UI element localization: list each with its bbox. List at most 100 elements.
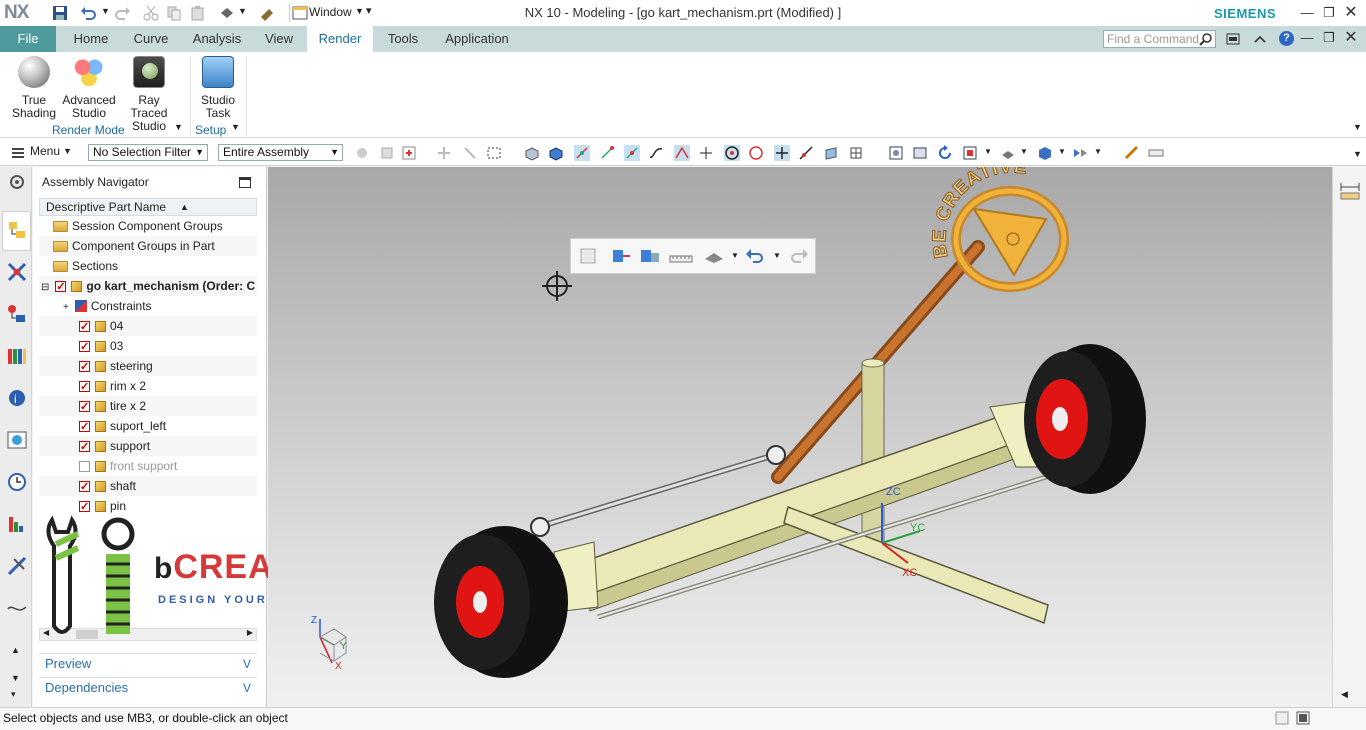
intersection-point-icon[interactable] xyxy=(674,145,690,161)
expand-icon[interactable]: + xyxy=(63,302,69,313)
tree-node-part[interactable]: 03 xyxy=(39,336,257,356)
edit-parameters-icon[interactable] xyxy=(579,247,597,265)
measure-ruler-icon[interactable] xyxy=(1339,181,1361,203)
show-hide-dropdown-icon[interactable]: ▼ xyxy=(1094,147,1102,156)
rendering-style-icon[interactable] xyxy=(1000,145,1016,161)
visibility-checkbox[interactable] xyxy=(79,461,90,472)
tab-curve[interactable]: Curve xyxy=(125,26,177,52)
tab-view[interactable]: View xyxy=(256,26,302,52)
point-on-curve-icon[interactable] xyxy=(798,145,814,161)
arc-center-icon[interactable] xyxy=(698,145,714,161)
tab-home[interactable]: Home xyxy=(64,26,118,52)
end-point-icon[interactable] xyxy=(599,145,615,161)
history-icon[interactable] xyxy=(6,471,28,493)
window-dropdown-icon[interactable]: ▼ xyxy=(355,6,364,16)
tree-node-part[interactable]: front support xyxy=(39,456,257,476)
reuse-library-icon[interactable] xyxy=(6,345,28,367)
repeat-command-icon[interactable] xyxy=(219,5,235,21)
paste-icon[interactable] xyxy=(190,5,206,21)
setup-dropdown-icon[interactable]: ▼ xyxy=(231,122,240,132)
window-menu-icon[interactable] xyxy=(292,5,308,21)
visibility-checkbox[interactable] xyxy=(79,437,90,456)
repeat-dropdown-icon[interactable]: ▼ xyxy=(238,6,247,16)
visibility-checkbox[interactable] xyxy=(79,417,90,436)
gear-icon[interactable] xyxy=(6,171,28,193)
constraint-navigator-icon[interactable] xyxy=(6,261,28,283)
web-browser-icon[interactable] xyxy=(6,429,28,451)
true-shading-button[interactable]: True Shading xyxy=(8,56,60,120)
scroll-up-icon[interactable]: ▲ xyxy=(11,645,20,655)
tree-node-part[interactable]: tire x 2 xyxy=(39,396,257,416)
maximize-panel-icon[interactable] xyxy=(239,177,251,188)
general-selection-icon[interactable] xyxy=(354,145,370,161)
show-hide-icon[interactable] xyxy=(1072,145,1088,161)
search-icon[interactable] xyxy=(1199,32,1213,46)
tab-application[interactable]: Application xyxy=(436,26,518,52)
menu-dropdown-icon[interactable]: ▼ xyxy=(63,146,72,156)
deselect-icon[interactable] xyxy=(462,145,478,161)
menu-icon[interactable] xyxy=(10,145,26,161)
preview-panel-header[interactable]: Preview V xyxy=(39,653,257,673)
tab-tools[interactable]: Tools xyxy=(378,26,428,52)
undo-dropdown-icon[interactable]: ▼ xyxy=(101,6,110,16)
rendering-style-dropdown-icon[interactable]: ▼ xyxy=(731,251,739,260)
circle-center-icon[interactable] xyxy=(724,145,740,161)
ray-traced-studio-button[interactable]: Ray Traced Studio xyxy=(120,56,178,133)
studio-task-button[interactable]: Studio Task xyxy=(192,56,244,120)
tree-node-part[interactable]: rim x 2 xyxy=(39,376,257,396)
copy-icon[interactable] xyxy=(166,5,182,21)
ribbon-options-icon[interactable] xyxy=(1226,32,1240,46)
visibility-checkbox[interactable] xyxy=(79,377,90,396)
measure-distance-icon[interactable] xyxy=(669,247,693,265)
process-studio-icon[interactable] xyxy=(6,513,28,535)
manufacturing-wizard-icon[interactable] xyxy=(6,555,28,577)
help-icon[interactable]: ? xyxy=(1279,31,1294,46)
scroll-down-icon[interactable]: ▼ xyxy=(11,673,20,683)
file-tab[interactable]: File xyxy=(0,26,56,52)
existing-point-icon[interactable] xyxy=(774,145,790,161)
customize-toolbar-icon[interactable]: ▾ xyxy=(366,4,372,17)
undo-icon[interactable] xyxy=(745,247,765,265)
visibility-checkbox[interactable] xyxy=(79,357,90,376)
render-mode-dropdown-icon[interactable]: ▼ xyxy=(174,122,183,132)
assembly-navigator-icon[interactable] xyxy=(6,219,28,241)
quadrant-point-icon[interactable] xyxy=(748,145,764,161)
make-displayed-part-icon[interactable] xyxy=(639,247,661,265)
ribbon-overflow-icon[interactable]: ▼ xyxy=(1353,122,1362,132)
visibility-checkbox[interactable] xyxy=(79,397,90,416)
zoom-icon[interactable] xyxy=(912,145,928,161)
minimize-button[interactable]: — xyxy=(1298,4,1316,22)
type-filter-icon[interactable] xyxy=(401,145,417,161)
shaded-dropdown-icon[interactable]: ▼ xyxy=(1058,147,1066,156)
visibility-checkbox[interactable] xyxy=(79,337,90,356)
cut-icon[interactable] xyxy=(143,5,159,21)
tree-node-part[interactable]: 04 xyxy=(39,316,257,336)
assembly-selection-icon[interactable] xyxy=(379,145,395,161)
toolbar-overflow-icon[interactable]: ▼ xyxy=(1353,149,1362,159)
undo-icon[interactable] xyxy=(80,5,96,21)
tree-node-part[interactable]: support xyxy=(39,436,257,456)
tree-node-part[interactable]: suport_left xyxy=(39,416,257,436)
advanced-studio-button[interactable]: Advanced Studio xyxy=(62,56,116,120)
tree-node-part[interactable]: pin xyxy=(39,496,257,516)
tree-node-part[interactable]: steering xyxy=(39,356,257,376)
dependencies-panel-header[interactable]: Dependencies V xyxy=(39,677,257,697)
rendering-style-icon[interactable] xyxy=(703,247,725,265)
window-menu[interactable]: Window xyxy=(309,5,352,19)
visibility-checkbox[interactable] xyxy=(55,277,67,296)
collapse-ribbon-icon[interactable] xyxy=(1253,32,1267,46)
hd3d-tools-icon[interactable]: i xyxy=(6,387,28,409)
tree-node-constraints[interactable]: + Constraints xyxy=(39,296,257,316)
tree-node-part[interactable]: shaft xyxy=(39,476,257,496)
save-icon[interactable] xyxy=(52,5,68,21)
close-button[interactable]: ✕ xyxy=(1342,4,1360,22)
ruler-icon[interactable] xyxy=(1148,145,1164,161)
tree-node-root-assembly[interactable]: ⊟go kart_mechanism (Order: C xyxy=(39,276,257,296)
restore-button[interactable]: ❐ xyxy=(1320,4,1338,22)
visibility-checkbox[interactable] xyxy=(79,317,90,336)
shaded-cube-icon[interactable] xyxy=(1037,145,1053,161)
mid-point-icon[interactable] xyxy=(624,145,640,161)
rectangle-select-icon[interactable] xyxy=(486,145,502,161)
tree-node-session-component-groups[interactable]: Session Component Groups xyxy=(39,216,257,236)
menu-button[interactable]: Menu xyxy=(30,144,60,158)
